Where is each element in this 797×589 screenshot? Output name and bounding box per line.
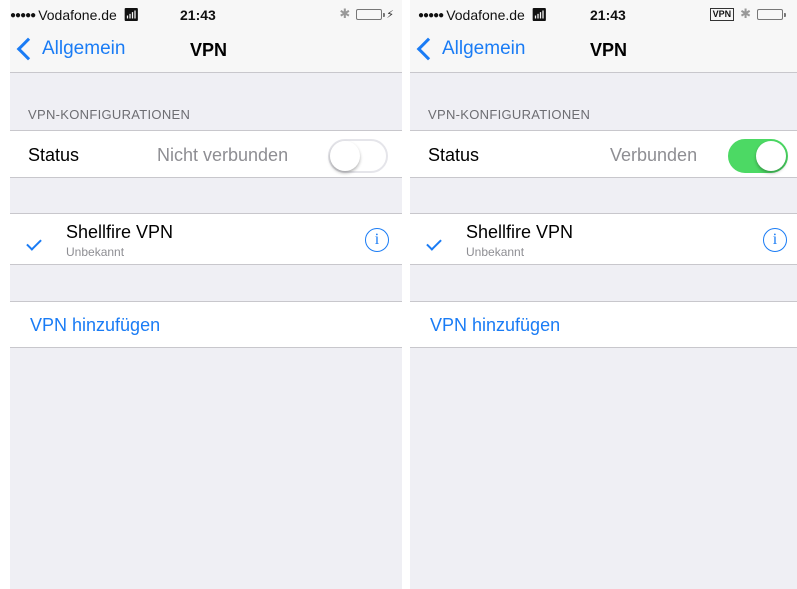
carrier-name: Vodafone.de <box>446 7 525 23</box>
bluetooth-icon: ✱ <box>740 6 751 21</box>
back-label: Allgemein <box>442 38 526 59</box>
status-value: Nicht verbunden <box>157 145 289 165</box>
vpn-config-row[interactable]: Shellfire VPN Unbekannt i <box>410 213 797 265</box>
status-time: 21:43 <box>590 7 626 23</box>
wifi-icon: 📶︎ <box>530 7 548 22</box>
carrier-name: Vodafone.de <box>38 7 117 23</box>
vpn-subtitle: Unbekannt <box>466 245 525 259</box>
chevron-left-icon <box>16 37 40 61</box>
status-row: Status Verbunden <box>410 130 797 178</box>
vpn-toggle[interactable] <box>328 139 388 173</box>
navigation-bar: Allgemein VPN <box>10 30 402 73</box>
info-icon[interactable]: i <box>763 228 787 252</box>
toggle-knob <box>330 141 360 171</box>
info-icon[interactable]: i <box>365 228 389 252</box>
toggle-knob <box>756 141 786 171</box>
status-bar: ●●●●● Vodafone.de 📶︎ 21:43 VPN ✱ <box>410 0 797 30</box>
vpn-subtitle: Unbekannt <box>66 245 125 259</box>
checkmark-icon <box>426 235 442 251</box>
add-vpn-row[interactable]: VPN hinzufügen <box>410 301 797 348</box>
vpn-config-row[interactable]: Shellfire VPN Unbekannt i <box>10 213 402 265</box>
add-vpn-button[interactable]: VPN hinzufügen <box>430 315 560 336</box>
navigation-bar: Allgemein VPN <box>410 30 797 73</box>
vpn-status-badge: VPN <box>709 7 735 21</box>
status-value: Verbunden <box>610 145 698 165</box>
checkmark-icon <box>26 235 42 251</box>
vpn-toggle[interactable] <box>728 139 788 173</box>
chevron-left-icon <box>416 37 440 61</box>
section-header: VPN-KONFIGURATIONEN <box>28 107 191 122</box>
screen-connected: ●●●●● Vodafone.de 📶︎ 21:43 VPN ✱ Allgeme… <box>410 0 797 589</box>
back-label: Allgemein <box>42 38 126 59</box>
bluetooth-icon: ✱ <box>339 6 351 21</box>
wifi-icon: 📶︎ <box>122 7 140 22</box>
battery-icon <box>757 8 786 20</box>
battery-icon <box>356 8 386 20</box>
page-title: VPN <box>590 40 628 60</box>
back-button[interactable]: Allgemein <box>416 37 526 61</box>
status-bar: ●●●●● Vodafone.de 📶︎ 21:43 ✱ ⚡︎ <box>10 0 402 30</box>
status-time: 21:43 <box>180 7 216 23</box>
add-vpn-row[interactable]: VPN hinzufügen <box>10 301 402 348</box>
back-button[interactable]: Allgemein <box>16 37 126 61</box>
add-vpn-button[interactable]: VPN hinzufügen <box>30 315 160 336</box>
page-title: VPN <box>190 40 228 60</box>
status-label: Status <box>28 145 80 165</box>
status-row: Status Nicht verbunden <box>10 130 402 178</box>
signal-strength-icon: ●●●●● <box>10 9 36 21</box>
status-label: Status <box>428 145 480 165</box>
screen-disconnected: ●●●●● Vodafone.de 📶︎ 21:43 ✱ ⚡︎ Allgemei… <box>10 0 402 589</box>
section-header: VPN-KONFIGURATIONEN <box>428 107 591 122</box>
signal-strength-icon: ●●●●● <box>418 9 444 21</box>
vpn-name: Shellfire VPN <box>66 222 174 242</box>
vpn-name: Shellfire VPN <box>466 222 574 242</box>
charging-icon: ⚡︎ <box>386 8 394 21</box>
